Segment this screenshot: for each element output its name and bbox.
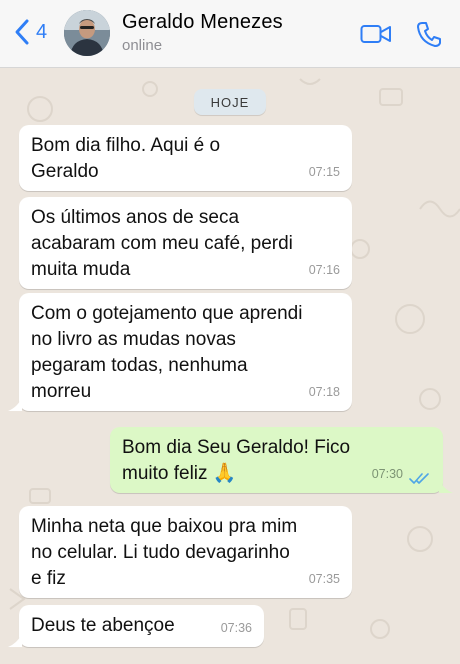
message-bubble-incoming[interactable]: Com o gotejamento que aprendi no livro as… — [19, 293, 352, 411]
message-time: 07:15 — [308, 165, 340, 179]
bubble-tail-icon — [8, 633, 22, 647]
message-time: 07:36 — [220, 621, 252, 635]
message-text: Bom dia filho. Aqui é o Geraldo — [31, 135, 221, 182]
message-bubble-incoming[interactable]: Minha neta que baixou pra mim no celular.… — [19, 506, 352, 598]
chevron-left-icon — [15, 19, 29, 45]
message-bubble-incoming[interactable]: Os últimos anos de seca acabaram com meu … — [19, 197, 352, 289]
back-button[interactable]: 4 — [14, 18, 47, 46]
phone-icon[interactable] — [416, 20, 442, 48]
message-text: Deus te abençoe — [31, 615, 175, 636]
message-bubble-incoming[interactable]: Deus te abençoe 07:36 — [19, 605, 264, 647]
avatar[interactable] — [64, 10, 110, 56]
message-list[interactable]: HOJE Bom dia filho. Aqui é o Geraldo 07:1… — [0, 69, 460, 664]
message-text: Os últimos anos de seca acabaram com meu … — [31, 207, 293, 280]
contact-name[interactable]: Geraldo Menezes — [122, 11, 283, 34]
bubble-tail-icon — [8, 397, 22, 411]
chat-header: 4 Geraldo Menezes online — [0, 0, 460, 68]
message-text: Com o gotejamento que aprendi no livro as… — [31, 303, 303, 402]
message-text: Minha neta que baixou pra mim no celular.… — [31, 516, 298, 589]
message-bubble-outgoing[interactable]: Bom dia Seu Geraldo! Fico muito feliz 🙏 0… — [110, 427, 443, 493]
contact-status: online — [122, 37, 163, 54]
avatar-photo — [64, 10, 110, 56]
message-time: 07:35 — [308, 572, 340, 586]
date-chip: HOJE — [194, 89, 266, 115]
bubble-tail-icon — [439, 479, 453, 493]
message-time: 07:30 — [371, 467, 403, 481]
message-time: 07:18 — [308, 385, 340, 399]
message-bubble-incoming[interactable]: Bom dia filho. Aqui é o Geraldo 07:15 — [19, 125, 352, 191]
video-call-icon[interactable] — [360, 22, 392, 46]
message-time: 07:16 — [308, 263, 340, 277]
double-check-icon — [409, 473, 429, 484]
unread-count: 4 — [36, 20, 48, 43]
